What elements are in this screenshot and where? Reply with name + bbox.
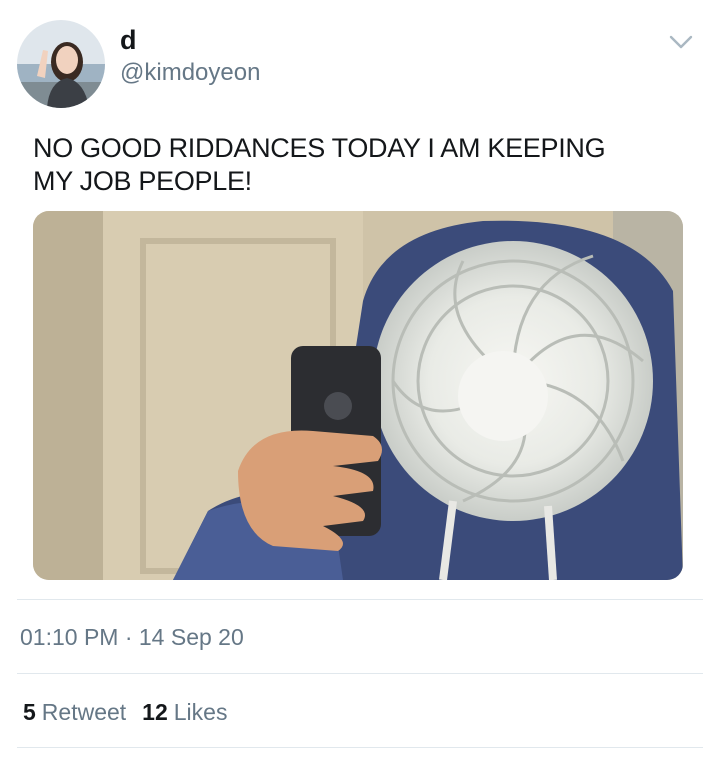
display-name[interactable]: d bbox=[120, 26, 137, 54]
likes-count-label: Likes bbox=[173, 699, 228, 725]
avatar[interactable] bbox=[17, 20, 105, 108]
tweet-header: d @kimdoyeon bbox=[0, 0, 720, 120]
tweet-media[interactable] bbox=[33, 211, 683, 580]
chevron-down-icon[interactable] bbox=[666, 30, 696, 54]
divider-middle bbox=[17, 673, 703, 674]
tweet-stats: 5 Retweet 12 Likes bbox=[23, 699, 227, 725]
retweet-count-number: 5 bbox=[23, 699, 36, 725]
retweet-count-label: Retweet bbox=[41, 699, 127, 725]
likes-count-number: 12 bbox=[142, 699, 168, 725]
retweet-count[interactable]: 5 Retweet bbox=[23, 699, 126, 725]
tweet-text: NO GOOD RIDDANCES TODAY I AM KEEPING MY … bbox=[33, 133, 606, 196]
photo-person-holding-fan-with-phone-icon bbox=[33, 211, 683, 580]
profile-photo-icon bbox=[17, 20, 105, 108]
user-handle[interactable]: @kimdoyeon bbox=[120, 60, 260, 86]
tweet-timestamp[interactable]: 01:10 PM · 14 Sep 20 bbox=[20, 624, 244, 650]
divider-bottom bbox=[17, 747, 703, 748]
likes-count[interactable]: 12 Likes bbox=[142, 699, 227, 725]
divider-top bbox=[17, 599, 703, 600]
